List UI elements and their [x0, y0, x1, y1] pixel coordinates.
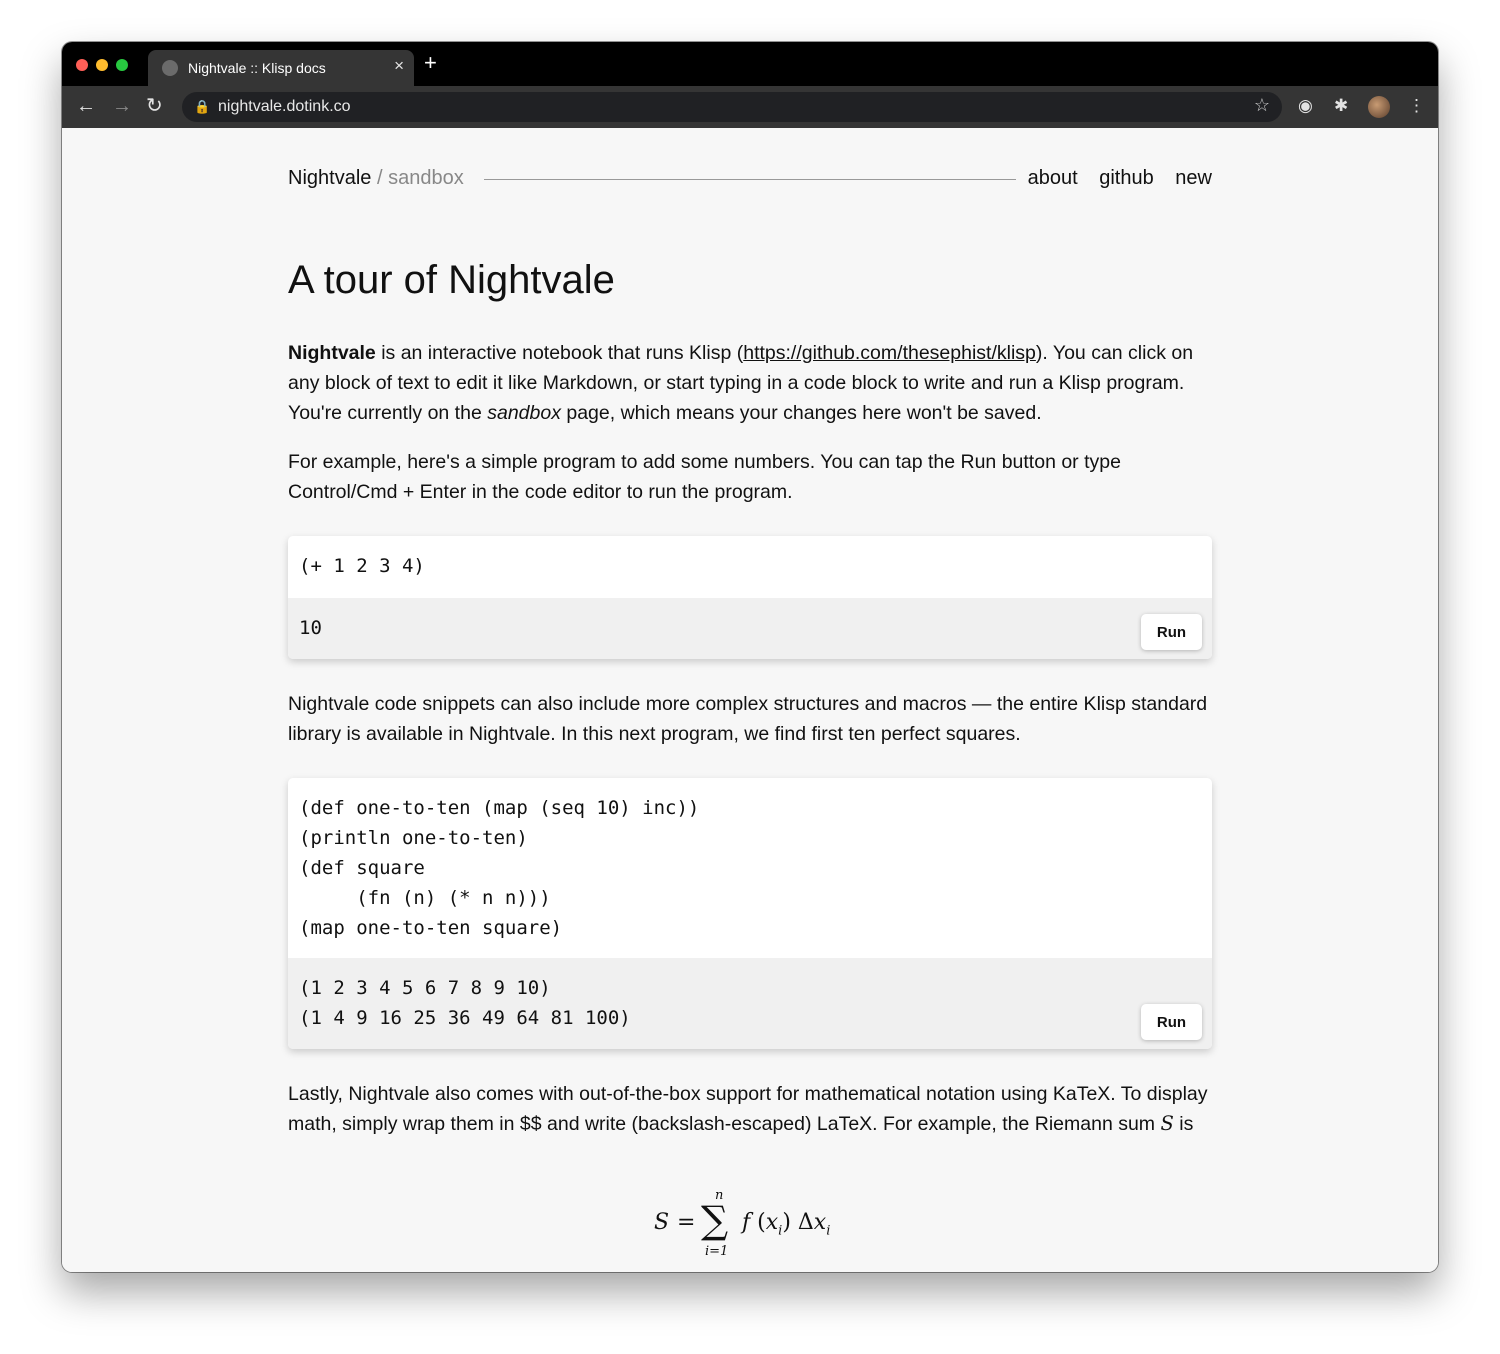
code-output: (1 2 3 4 5 6 7 8 9 10) (1 4 9 16 25 36 4… — [288, 958, 1212, 1049]
math-paragraph[interactable]: Lastly, Nightvale also comes with out-of… — [288, 1079, 1212, 1139]
tab-bar: Nightvale :: Klisp docs × + — [62, 42, 1438, 86]
math-lhs: S — [654, 1210, 670, 1235]
math-x: x — [765, 1210, 779, 1235]
intro-paragraph[interactable]: Nightvale is an interactive notebook tha… — [288, 338, 1212, 428]
pocket-icon[interactable]: ◉ — [1298, 96, 1313, 116]
output-text: 10 — [299, 617, 322, 639]
macros-paragraph[interactable]: Nightvale code snippets can also include… — [288, 689, 1212, 749]
example-paragraph[interactable]: For example, here's a simple program to … — [288, 447, 1212, 507]
zoom-window-button[interactable] — [116, 59, 128, 71]
minimize-window-button[interactable] — [96, 59, 108, 71]
nav-links: about github new — [1012, 167, 1212, 190]
output-text: (1 2 3 4 5 6 7 8 9 10) (1 4 9 16 25 36 4… — [299, 977, 631, 1029]
header-divider — [484, 179, 1016, 180]
nav-link-new[interactable]: new — [1175, 167, 1212, 189]
math-subscript: i — [778, 1223, 783, 1239]
close-window-button[interactable] — [76, 59, 88, 71]
forward-arrow-icon[interactable]: → — [112, 95, 132, 117]
breadcrumb: Nightvale / sandbox — [288, 167, 464, 190]
math-variable: S — [1160, 1112, 1174, 1135]
menu-icon[interactable]: ⋮ — [1408, 96, 1425, 116]
back-arrow-icon[interactable]: ← — [76, 95, 96, 117]
text-span: is an interactive notebook that runs Kli… — [375, 342, 744, 364]
page-title[interactable]: A tour of Nightvale — [288, 258, 615, 303]
text-span: page, which means your changes here won'… — [560, 402, 1042, 424]
text-span: Lastly, Nightvale also comes with out-of… — [288, 1083, 1208, 1135]
brand-link[interactable]: Nightvale — [288, 167, 371, 189]
close-tab-icon[interactable]: × — [394, 56, 404, 76]
page-name: sandbox — [388, 167, 464, 189]
breadcrumb-separator: / — [376, 167, 383, 189]
math-f: f — [742, 1210, 751, 1235]
sum-lower-limit: i=1 — [705, 1244, 729, 1259]
code-block: (+ 1 2 3 4) 10 Run — [288, 536, 1212, 659]
page-content: Nightvale / sandbox about github new A t… — [62, 128, 1438, 1272]
text-span: is — [1173, 1113, 1194, 1135]
new-tab-icon[interactable]: + — [424, 52, 437, 74]
browser-tab[interactable]: Nightvale :: Klisp docs × — [148, 50, 414, 86]
site-header: Nightvale / sandbox about github new — [288, 167, 1212, 197]
browser-window: Nightvale :: Klisp docs × + ← → ↻ 🔒 nigh… — [62, 42, 1438, 1272]
tab-title: Nightvale :: Klisp docs — [188, 60, 326, 76]
url-text[interactable]: nightvale.dotink.co — [218, 98, 351, 116]
nav-link-github[interactable]: github — [1099, 167, 1154, 189]
run-button[interactable]: Run — [1141, 614, 1202, 650]
code-block: (def one-to-ten (map (seq 10) inc)) (pri… — [288, 778, 1212, 1049]
address-bar[interactable]: 🔒 nightvale.dotink.co ☆ — [182, 92, 1282, 122]
nav-link-about[interactable]: about — [1028, 167, 1078, 189]
bold-term: Nightvale — [288, 342, 376, 364]
math-equals: = — [677, 1210, 696, 1235]
emphasis: sandbox — [487, 402, 561, 424]
sigma-symbol: ∑ — [701, 1198, 729, 1242]
math-display[interactable]: S = n ∑ i=1 f (xi) Δxi — [642, 1188, 882, 1268]
code-editor[interactable]: (def one-to-ten (map (seq 10) inc)) (pri… — [288, 778, 1212, 958]
lock-icon[interactable]: 🔒 — [194, 99, 210, 115]
klisp-link[interactable]: https://github.com/thesephist/klisp — [743, 342, 1036, 364]
math-subscript: i — [826, 1223, 831, 1239]
math-delta: Δ — [797, 1210, 814, 1235]
extensions-icon[interactable]: ✱ — [1334, 96, 1348, 116]
code-output: 10 Run — [288, 598, 1212, 659]
avatar[interactable] — [1368, 96, 1390, 118]
globe-icon — [162, 60, 178, 76]
run-button[interactable]: Run — [1141, 1004, 1202, 1040]
browser-toolbar: ← → ↻ 🔒 nightvale.dotink.co ☆ ◉ ✱ ⋮ — [62, 86, 1438, 128]
reload-icon[interactable]: ↻ — [146, 95, 163, 117]
star-icon[interactable]: ☆ — [1254, 95, 1270, 116]
math-x: x — [813, 1210, 827, 1235]
code-editor[interactable]: (+ 1 2 3 4) — [288, 536, 1212, 598]
math-summand: f (xi) Δxi — [742, 1210, 831, 1239]
